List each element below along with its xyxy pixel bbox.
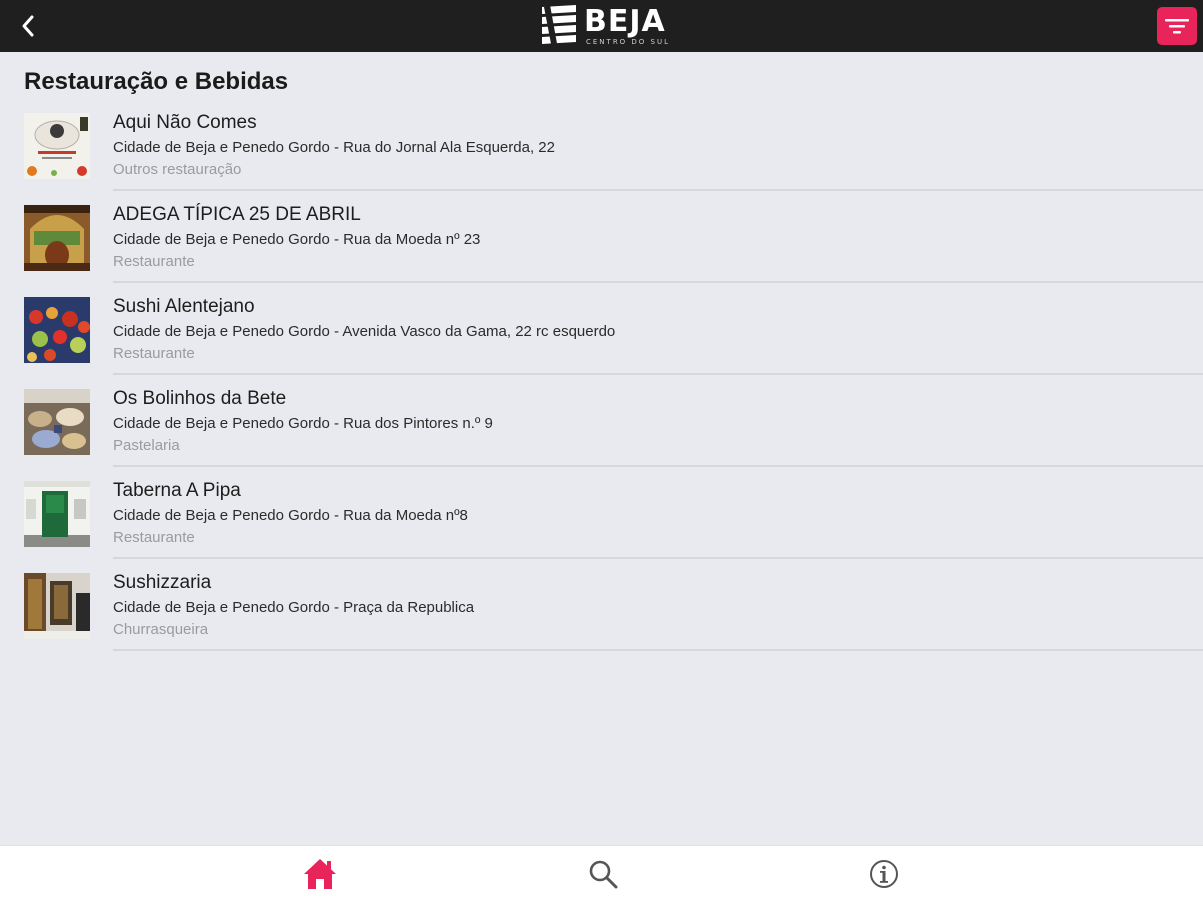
list-divider (113, 465, 1203, 467)
list-item[interactable]: Aqui Não Comes Cidade de Beja e Penedo G… (0, 104, 1203, 196)
item-name: Sushizzaria (113, 572, 212, 593)
item-thumbnail (24, 573, 90, 639)
item-category: Restaurante (113, 345, 195, 362)
item-thumbnail (24, 113, 90, 179)
logo-subtitle: CENTRO DO SUL (586, 37, 671, 46)
list-item[interactable]: Taberna A Pipa Cidade de Beja e Penedo G… (0, 472, 1203, 564)
item-name: Aqui Não Comes (113, 112, 257, 133)
list-item[interactable]: Os Bolinhos da Bete Cidade de Beja e Pen… (0, 380, 1203, 472)
app-logo: BEJA CENTRO DO SUL (540, 3, 670, 49)
item-thumbnail (24, 481, 90, 547)
nav-search-button[interactable] (583, 856, 623, 892)
back-button[interactable] (14, 12, 42, 40)
item-address: Cidade de Beja e Penedo Gordo - Avenida … (113, 323, 616, 340)
nav-home-button[interactable] (300, 856, 340, 892)
list-divider (113, 373, 1203, 375)
item-category: Churrasqueira (113, 621, 209, 638)
item-address: Cidade de Beja e Penedo Gordo - Rua do J… (113, 139, 555, 156)
list-item[interactable]: ADEGA TÍPICA 25 DE ABRIL Cidade de Beja … (0, 196, 1203, 288)
chevron-left-icon (22, 15, 34, 37)
filter-icon (1165, 19, 1189, 34)
item-name: Os Bolinhos da Bete (113, 388, 287, 409)
establishment-list: Aqui Não Comes Cidade de Beja e Penedo G… (0, 104, 1203, 656)
item-address: Cidade de Beja e Penedo Gordo - Rua da M… (113, 231, 481, 248)
list-item[interactable]: Sushi Alentejano Cidade de Beja e Penedo… (0, 288, 1203, 380)
item-address: Cidade de Beja e Penedo Gordo - Praça da… (113, 599, 475, 616)
info-icon (870, 860, 898, 888)
list-divider (113, 281, 1203, 283)
list-divider (113, 649, 1203, 651)
item-thumbnail (24, 389, 90, 455)
item-name: Sushi Alentejano (113, 296, 255, 317)
list-divider (113, 557, 1203, 559)
logo-text: BEJA (584, 3, 666, 39)
logo-mark-icon (542, 5, 576, 49)
item-thumbnail (24, 297, 90, 363)
item-name: ADEGA TÍPICA 25 DE ABRIL (113, 204, 361, 225)
item-name: Taberna A Pipa (113, 480, 241, 501)
nav-info-button[interactable] (864, 856, 904, 892)
search-icon (589, 860, 618, 889)
filter-button[interactable] (1157, 7, 1197, 45)
list-item[interactable]: Sushizzaria Cidade de Beja e Penedo Gord… (0, 564, 1203, 656)
page-title: Restauração e Bebidas (24, 68, 289, 95)
item-address: Cidade de Beja e Penedo Gordo - Rua dos … (113, 415, 493, 432)
item-category: Pastelaria (113, 437, 180, 454)
item-category: Outros restauração (113, 161, 242, 178)
item-category: Restaurante (113, 529, 195, 546)
item-address: Cidade de Beja e Penedo Gordo - Rua da M… (113, 507, 468, 524)
item-thumbnail (24, 205, 90, 271)
list-divider (113, 189, 1203, 191)
item-category: Restaurante (113, 253, 195, 270)
top-app-bar: BEJA CENTRO DO SUL (0, 0, 1203, 52)
bottom-navigation (0, 845, 1203, 900)
home-icon (304, 859, 336, 889)
